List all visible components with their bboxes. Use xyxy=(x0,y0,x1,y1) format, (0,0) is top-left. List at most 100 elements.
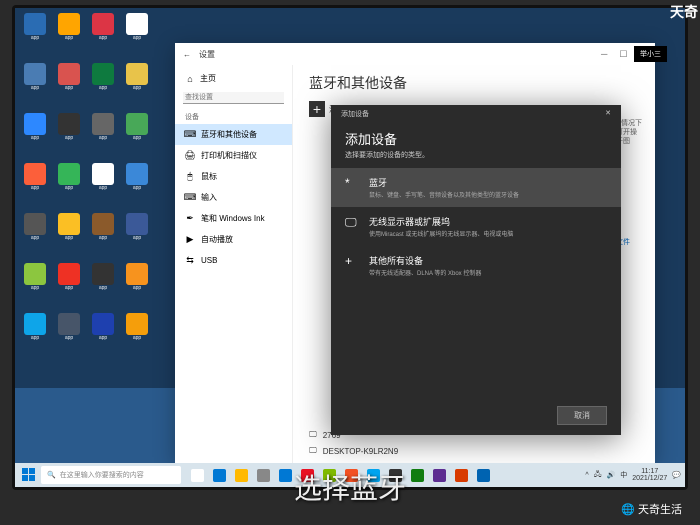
sidebar-item-icon: ⇆ xyxy=(185,255,195,265)
taskbar-app-icon[interactable] xyxy=(209,465,229,485)
desktop-icon[interactable]: app xyxy=(122,163,152,201)
desktop-icon[interactable]: app xyxy=(54,313,84,351)
option-icon: * xyxy=(345,176,359,199)
taskbar-app-icon[interactable] xyxy=(473,465,493,485)
windows-icon xyxy=(22,468,36,482)
desktop-icon[interactable]: app xyxy=(20,263,50,301)
back-icon[interactable]: ← xyxy=(183,50,191,59)
desktop-icon[interactable]: app xyxy=(88,13,118,51)
add-device-dialog: 添加设备 ✕ 添加设备 选择要添加的设备的类型。 *蓝牙鼠标、键盘、手写笔、音频… xyxy=(331,105,621,435)
watermark-top: 天奇 xyxy=(670,2,698,22)
minimize-icon[interactable]: ─ xyxy=(601,49,607,60)
desktop-icon[interactable]: app xyxy=(88,263,118,301)
sidebar-home[interactable]: ⌂ 主页 xyxy=(175,69,292,88)
desktop-icon[interactable]: app xyxy=(20,163,50,201)
sidebar-item[interactable]: ⌨输入 xyxy=(175,187,292,208)
dialog-option[interactable]: *蓝牙鼠标、键盘、手写笔、音频设备以及其他类型的蓝牙设备 xyxy=(331,168,621,207)
desktop-icon[interactable]: app xyxy=(54,13,84,51)
desktop-screen: appappappappappappappappappappappappappa… xyxy=(15,8,685,487)
tray-date: 2021/12/27 xyxy=(632,475,667,482)
desktop-icon[interactable]: app xyxy=(122,313,152,351)
desktop-icon[interactable]: app xyxy=(54,263,84,301)
tray-volume-icon[interactable]: 🔊 xyxy=(607,471,616,479)
taskbar-app-icon[interactable] xyxy=(253,465,273,485)
sidebar-section-label: 设备 xyxy=(175,110,292,124)
sidebar-item[interactable]: ✒笔和 Windows Ink xyxy=(175,208,292,229)
sidebar-item[interactable]: 🖨打印机和扫描仪 xyxy=(175,145,292,166)
desktop-icon[interactable]: app xyxy=(88,113,118,151)
monitor-frame: appappappappappappappappappappappappappa… xyxy=(12,5,688,490)
taskbar-app-icon[interactable] xyxy=(451,465,471,485)
sidebar-search[interactable] xyxy=(183,92,284,104)
search-input[interactable] xyxy=(183,92,284,104)
desktop-icon[interactable]: app xyxy=(122,113,152,151)
tray-up-icon[interactable]: ^ xyxy=(585,472,588,479)
sidebar-item-icon: 🖨 xyxy=(185,151,195,161)
desktop-icons-grid: appappappappappappappappappappappappappa… xyxy=(20,13,160,351)
tray-ime-icon[interactable]: 中 xyxy=(620,470,627,480)
sidebar-item[interactable]: ⌨蓝牙和其他设备 xyxy=(175,124,292,145)
desktop-icon[interactable]: app xyxy=(88,63,118,101)
settings-window: ← 设置 ─ ☐ ✕ ⌂ 主页 设备 ⌨ xyxy=(175,43,655,463)
desktop-icon[interactable]: app xyxy=(54,213,84,251)
desktop-icon[interactable]: app xyxy=(54,63,84,101)
tray-network-icon[interactable]: 🖧 xyxy=(594,470,602,481)
sidebar-item[interactable]: ▶自动播放 xyxy=(175,229,292,250)
plus-icon: + xyxy=(309,101,325,117)
window-title: 设置 xyxy=(199,49,215,60)
desktop-icon[interactable]: app xyxy=(54,163,84,201)
taskbar-app-icon[interactable] xyxy=(429,465,449,485)
desktop-icon[interactable]: app xyxy=(54,113,84,151)
tray-time: 11:17 xyxy=(632,468,667,475)
maximize-icon[interactable]: ☐ xyxy=(619,49,627,60)
device-item[interactable]: 🖵DESKTOP-K9LR2N9 xyxy=(309,443,639,459)
sidebar-item[interactable]: 🖱鼠标 xyxy=(175,166,292,187)
desktop-icon[interactable]: app xyxy=(122,13,152,51)
sidebar-item[interactable]: ⇆USB xyxy=(175,250,292,270)
system-tray[interactable]: ^ 🖧 🔊 中 11:17 2021/12/27 💬 xyxy=(585,468,681,482)
sidebar-item-icon: ⌨ xyxy=(185,130,195,140)
desktop-icon[interactable]: app xyxy=(88,213,118,251)
desktop-icon[interactable]: app xyxy=(20,13,50,51)
sidebar-item-icon: ⌨ xyxy=(185,193,195,203)
watermark-bottom: 🌐 天奇生活 xyxy=(621,501,682,517)
desktop-icon[interactable]: app xyxy=(122,213,152,251)
cancel-button[interactable]: 取消 xyxy=(557,406,607,425)
settings-sidebar: ⌂ 主页 设备 ⌨蓝牙和其他设备🖨打印机和扫描仪🖱鼠标⌨输入✒笔和 Window… xyxy=(175,65,293,463)
sidebar-item-icon: ✒ xyxy=(185,214,195,224)
taskbar-app-icon[interactable] xyxy=(231,465,251,485)
dialog-option[interactable]: 🖵无线显示器或扩展坞使用Miracast 或无线扩展坞的无线显示器、电视或电脑 xyxy=(331,207,621,246)
desktop-icon[interactable]: app xyxy=(122,63,152,101)
start-button[interactable] xyxy=(19,465,39,485)
search-icon: 🔍 xyxy=(47,471,56,479)
page-title: 蓝牙和其他设备 xyxy=(309,73,639,93)
monitor-icon: 🖵 xyxy=(309,430,317,440)
sidebar-item-icon: 🖱 xyxy=(185,172,195,182)
settings-main: 蓝牙和其他设备 + 添加蓝牙或其他设备 更快地打开蓝牙 若要在不打开"设置"的情… xyxy=(293,65,655,463)
sidebar-item-icon: ▶ xyxy=(185,235,195,245)
desktop-icon[interactable]: app xyxy=(20,213,50,251)
desktop-icon[interactable]: app xyxy=(122,263,152,301)
home-icon: ⌂ xyxy=(185,74,195,84)
dialog-close-icon[interactable]: ✕ xyxy=(605,109,611,119)
dialog-subtitle: 选择要添加的设备的类型。 xyxy=(331,150,621,168)
option-icon: + xyxy=(345,254,359,277)
desktop-icon[interactable]: app xyxy=(20,63,50,101)
notification-icon[interactable]: 💬 xyxy=(672,471,681,479)
desktop-icon[interactable]: app xyxy=(88,163,118,201)
video-caption: 选择蓝牙 xyxy=(294,467,406,507)
desktop-icon[interactable]: app xyxy=(20,313,50,351)
taskbar-app-icon[interactable] xyxy=(275,465,295,485)
option-icon: 🖵 xyxy=(345,215,359,238)
taskbar-app-icon[interactable] xyxy=(407,465,427,485)
window-titlebar: ← 设置 ─ ☐ ✕ xyxy=(175,43,655,65)
dialog-option[interactable]: +其他所有设备带有无线适配器、DLNA 等的 Xbox 控制器 xyxy=(331,246,621,285)
taskbar-app-icon[interactable] xyxy=(187,465,207,485)
monitor-icon: 🖵 xyxy=(309,446,317,456)
corner-badge: 举小三 xyxy=(634,46,667,62)
desktop-icon[interactable]: app xyxy=(20,113,50,151)
desktop-icon[interactable]: app xyxy=(88,313,118,351)
dialog-header-label: 添加设备 xyxy=(341,109,369,119)
taskbar-search[interactable]: 🔍 在这里输入你要搜索的内容 xyxy=(41,466,181,484)
dialog-title: 添加设备 xyxy=(331,123,621,150)
